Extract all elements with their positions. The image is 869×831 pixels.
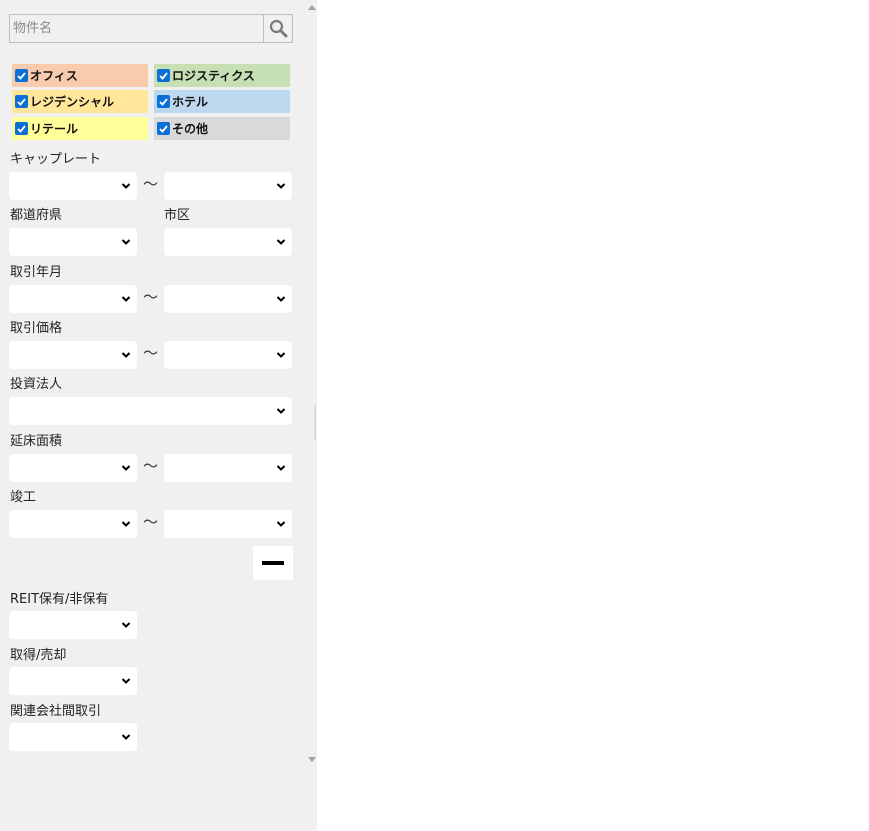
category-retail[interactable]: リテール bbox=[12, 117, 148, 140]
chevron-down-icon bbox=[121, 352, 131, 358]
chevron-down-icon bbox=[121, 296, 131, 302]
cap-rate-from-select[interactable] bbox=[9, 172, 137, 200]
chevron-down-icon bbox=[121, 465, 131, 471]
category-label: オフィス bbox=[30, 69, 78, 83]
range-separator: 〜 bbox=[143, 344, 159, 362]
completion-label: 竣工 bbox=[10, 490, 37, 505]
reit-holding-label: REIT保有/非保有 bbox=[10, 592, 109, 607]
investor-label: 投資法人 bbox=[10, 377, 63, 392]
transaction-price-to-select[interactable] bbox=[164, 341, 292, 369]
checkbox-checked-icon[interactable] bbox=[157, 69, 170, 82]
transaction-date-from-select[interactable] bbox=[9, 285, 137, 313]
checkbox-checked-icon[interactable] bbox=[15, 69, 28, 82]
category-office[interactable]: オフィス bbox=[12, 64, 148, 87]
acquire-sell-select[interactable] bbox=[9, 667, 137, 695]
chevron-down-icon bbox=[121, 622, 131, 628]
city-label: 市区 bbox=[164, 208, 191, 223]
range-separator: 〜 bbox=[143, 513, 159, 531]
category-residential[interactable]: レジデンシャル bbox=[12, 90, 148, 113]
collapse-filters-button[interactable] bbox=[253, 546, 293, 580]
cap-rate-to-select[interactable] bbox=[164, 172, 292, 200]
category-label: ロジスティクス bbox=[172, 69, 255, 83]
checkbox-checked-icon[interactable] bbox=[157, 95, 170, 108]
scroll-down-arrow-icon[interactable] bbox=[308, 757, 316, 762]
checkbox-checked-icon[interactable] bbox=[15, 95, 28, 108]
chevron-down-icon bbox=[276, 408, 286, 414]
property-name-input[interactable] bbox=[10, 15, 264, 42]
transaction-date-label: 取引年月 bbox=[10, 265, 63, 280]
transaction-price-from-select[interactable] bbox=[9, 341, 137, 369]
search-button[interactable] bbox=[263, 15, 292, 42]
chevron-down-icon bbox=[121, 183, 131, 189]
chevron-down-icon bbox=[121, 239, 131, 245]
prefecture-select[interactable] bbox=[9, 228, 137, 256]
acquire-sell-label: 取得/売却 bbox=[10, 648, 67, 663]
investor-select[interactable] bbox=[9, 397, 292, 425]
transaction-date-to-select[interactable] bbox=[164, 285, 292, 313]
range-separator: 〜 bbox=[143, 175, 159, 193]
minus-icon bbox=[262, 561, 284, 565]
checkbox-checked-icon[interactable] bbox=[15, 122, 28, 135]
chevron-down-icon bbox=[276, 521, 286, 527]
category-other[interactable]: その他 bbox=[154, 117, 290, 140]
category-label: その他 bbox=[172, 122, 209, 136]
category-hotel[interactable]: ホテル bbox=[154, 90, 290, 113]
scroll-up-arrow-icon[interactable] bbox=[308, 5, 316, 10]
chevron-down-icon bbox=[276, 239, 286, 245]
chevron-down-icon bbox=[276, 465, 286, 471]
chevron-down-icon bbox=[121, 678, 131, 684]
category-label: リテール bbox=[30, 122, 79, 136]
chevron-down-icon bbox=[276, 183, 286, 189]
search-icon bbox=[269, 19, 287, 38]
chevron-down-icon bbox=[121, 521, 131, 527]
cap-rate-label: キャップレート bbox=[10, 152, 102, 167]
city-select[interactable] bbox=[164, 228, 292, 256]
chevron-down-icon bbox=[121, 734, 131, 740]
chevron-down-icon bbox=[276, 352, 286, 358]
floor-area-label: 延床面積 bbox=[10, 434, 63, 449]
prefecture-label: 都道府県 bbox=[10, 208, 63, 223]
main-content-area bbox=[317, 0, 869, 831]
floor-area-to-select[interactable] bbox=[164, 454, 292, 482]
related-party-select[interactable] bbox=[9, 723, 137, 751]
category-logistics[interactable]: ロジスティクス bbox=[154, 64, 290, 87]
chevron-down-icon bbox=[276, 296, 286, 302]
completion-from-select[interactable] bbox=[9, 510, 137, 538]
related-party-label: 関連会社間取引 bbox=[10, 704, 102, 719]
completion-to-select[interactable] bbox=[164, 510, 292, 538]
range-separator: 〜 bbox=[143, 457, 159, 475]
checkbox-checked-icon[interactable] bbox=[157, 122, 170, 135]
search-box bbox=[9, 14, 293, 43]
floor-area-from-select[interactable] bbox=[9, 454, 137, 482]
category-label: レジデンシャル bbox=[30, 95, 115, 109]
filter-panel: オフィス ロジスティクス レジデンシャル ホテル リテール その他 キャップレー… bbox=[0, 0, 317, 831]
range-separator: 〜 bbox=[143, 288, 159, 306]
reit-holding-select[interactable] bbox=[9, 611, 137, 639]
category-label: ホテル bbox=[172, 95, 209, 109]
panel-resize-handle[interactable] bbox=[314, 405, 316, 440]
transaction-price-label: 取引価格 bbox=[10, 321, 63, 336]
